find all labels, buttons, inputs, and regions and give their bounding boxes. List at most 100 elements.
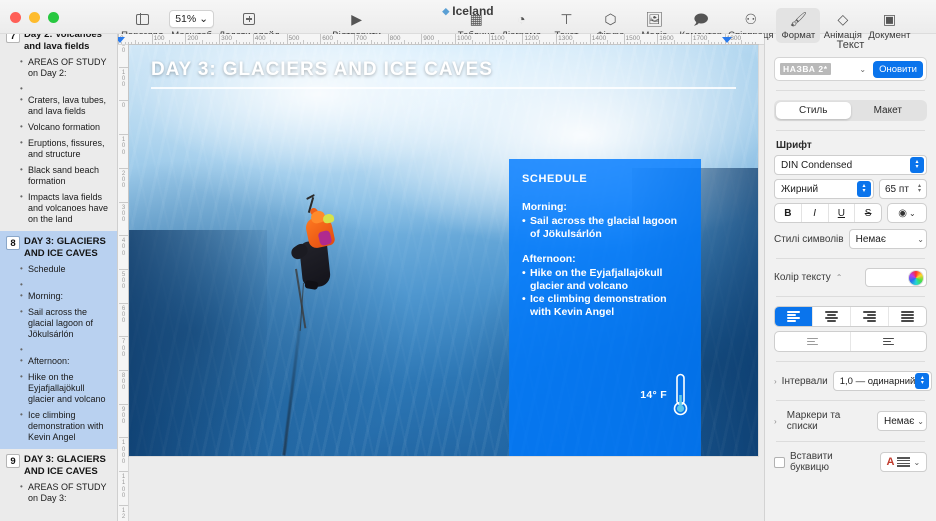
list-item[interactable]: Black sand beach formation <box>20 162 113 189</box>
list-item[interactable]: Ice climbing demonstration with Kevin An… <box>20 407 113 445</box>
ice-climber-figure <box>288 194 357 331</box>
ruler-tick <box>704 41 706 44</box>
ruler-tick <box>754 41 756 44</box>
list-item[interactable]: Volcano formation <box>20 119 113 135</box>
font-options-button[interactable]: ◉ ⌄ <box>887 203 927 223</box>
indent-buttons[interactable] <box>774 331 927 352</box>
paragraph-style-name: НАЗВА 2* <box>780 63 831 75</box>
toolbar-format-button[interactable]: 🖌 Формат <box>776 8 821 43</box>
outline-slide-7[interactable]: 7 Day 2: Volcanoes and lava fields AREAS… <box>0 34 117 231</box>
outline-sidebar[interactable]: 7 Day 2: Volcanoes and lava fields AREAS… <box>0 34 118 521</box>
list-item[interactable]: Morning: <box>20 288 113 304</box>
font-size-field[interactable]: 65 пт ▴ ▾ <box>879 179 927 199</box>
list-item[interactable]: Craters, lava tubes, and lava fields <box>20 92 113 119</box>
ruler-tick <box>556 34 558 44</box>
list-item[interactable] <box>20 277 113 290</box>
underline-button[interactable]: U <box>829 204 856 222</box>
list-item[interactable] <box>20 81 113 94</box>
character-styles-select[interactable]: Немає ⌄ <box>848 229 927 249</box>
list-item[interactable]: AREAS OF STUDY on Day 2: <box>20 54 113 81</box>
list-item[interactable] <box>20 342 113 355</box>
line-spacing-select[interactable]: 1,0 — одинарний ▴ ▾ <box>832 371 933 391</box>
slide-title-text[interactable]: DAY 3: GLACIERS AND ICE CAVES <box>24 236 111 259</box>
schedule-panel[interactable]: SCHEDULE Morning: Sail across the glacia… <box>509 159 701 456</box>
horizontal-ruler[interactable]: 0 100 200 300 400 500 600 700 800 900 1000 1100 1200… <box>118 34 764 45</box>
list-item[interactable]: Impacts lava fields and volcanoes have o… <box>20 189 113 227</box>
stepper-icon[interactable]: ▴ ▾ <box>910 157 924 173</box>
align-justify-button[interactable] <box>889 307 926 326</box>
stepper-icon[interactable]: ▴ ▾ <box>915 181 924 197</box>
font-weight-select[interactable]: Жирний ▴ ▾ <box>774 179 874 199</box>
bullets-select[interactable]: Немає ⌄ <box>876 411 927 431</box>
strikethrough-button[interactable]: S <box>855 204 881 222</box>
disclosure-icon[interactable]: ⌃ <box>836 273 844 282</box>
ruler-tick <box>684 41 686 44</box>
inspector-tabs[interactable]: Стиль Макет <box>774 100 927 121</box>
outline-slide-9[interactable]: 9 DAY 3: GLACIERS AND ICE CAVES AREAS OF… <box>0 449 117 510</box>
margin-marker[interactable] <box>118 37 125 43</box>
ruler-tick <box>424 41 426 44</box>
italic-button[interactable]: I <box>802 204 829 222</box>
text-alignment-buttons[interactable] <box>774 306 927 327</box>
outline-slide-8[interactable]: 8 DAY 3: GLACIERS AND ICE CAVES Schedule… <box>0 231 117 449</box>
ruler-tick <box>188 41 190 44</box>
ruler-tick <box>414 41 416 44</box>
drop-cap-style-button[interactable]: A ⌄ <box>879 452 927 472</box>
zoom-button[interactable] <box>48 12 59 23</box>
decrease-indent-button[interactable] <box>775 332 851 351</box>
ruler-tick <box>461 41 463 44</box>
paragraph-style-row[interactable]: НАЗВА 2* ⌄ Оновити <box>774 57 927 81</box>
ruler-tick <box>498 41 500 44</box>
ruler-tick <box>502 41 504 44</box>
stepper-icon[interactable]: ▴ ▾ <box>857 181 871 197</box>
ruler-tick <box>566 41 568 44</box>
ruler-tick <box>741 40 743 44</box>
align-right-button[interactable] <box>851 307 889 326</box>
toolbar-document-button[interactable]: ▣ Документ <box>865 8 913 41</box>
color-wheel-icon[interactable] <box>908 269 924 286</box>
slide-title-text[interactable]: Day 2: Volcanoes and lava fields <box>24 34 111 52</box>
chevron-down-icon[interactable]: ⌄ <box>859 65 869 74</box>
list-item[interactable]: Sail across the glacial lagoon of Jökuls… <box>20 304 113 342</box>
update-style-button[interactable]: Оновити <box>873 60 923 78</box>
text-color-well[interactable] <box>865 268 927 287</box>
bold-button[interactable]: B <box>775 204 802 222</box>
align-left-button[interactable] <box>775 307 813 326</box>
list-item[interactable]: Afternoon: <box>20 353 113 369</box>
list-item[interactable]: Eruptions, fissures, and structure <box>20 135 113 162</box>
disclosure-triangle-icon[interactable]: › <box>774 417 782 426</box>
drop-cap-lines-icon <box>897 457 911 467</box>
list-item[interactable]: Hike on the Eyjafjallajökull glacier and… <box>20 369 113 407</box>
text-box-icon: ⊤ <box>560 11 573 27</box>
tab-style[interactable]: Стиль <box>776 102 851 119</box>
ruler-tick <box>195 41 197 44</box>
window-controls[interactable] <box>0 0 59 23</box>
font-style-buttons[interactable]: B I U S <box>774 203 882 223</box>
toolbar-animate-button[interactable]: ◇ Анімація <box>820 8 865 41</box>
chevron-down-icon: ⌄ <box>199 12 209 25</box>
increase-indent-button[interactable] <box>851 332 926 351</box>
list-item[interactable]: AREAS OF STUDY on Day 3: <box>20 479 113 506</box>
list-item[interactable]: Schedule <box>20 261 113 277</box>
margin-marker[interactable] <box>721 37 732 43</box>
slide-title-text[interactable]: DAY 3: GLACIERS AND ICE CAVES <box>24 454 111 477</box>
disclosure-triangle-icon[interactable]: › <box>774 377 777 386</box>
stepper-icon[interactable]: ▴ ▾ <box>915 373 930 389</box>
ruler-tick <box>155 41 157 44</box>
close-button[interactable] <box>10 12 21 23</box>
align-center-button[interactable] <box>813 307 851 326</box>
slide-editor[interactable]: DAY 3: GLACIERS AND ICE CAVES SCHEDULE M… <box>129 45 758 456</box>
minimize-button[interactable] <box>29 12 40 23</box>
ruler-tick <box>249 41 251 44</box>
zoom-value-box[interactable]: 51% ⌄ <box>169 10 215 28</box>
slide-title[interactable]: DAY 3: GLACIERS AND ICE CAVES <box>151 59 736 81</box>
ruler-label: 1600 <box>659 34 674 42</box>
ruler-tick <box>119 336 128 338</box>
divider <box>776 400 925 401</box>
vertical-ruler[interactable]: 0001000100200300400500600700800900100011… <box>118 45 129 521</box>
ruler-tick <box>431 41 433 44</box>
drop-cap-checkbox[interactable] <box>774 456 785 468</box>
ruler-tick <box>620 41 622 44</box>
tab-layout[interactable]: Макет <box>851 102 926 119</box>
font-family-select[interactable]: DIN Condensed ▴ ▾ <box>774 155 927 175</box>
